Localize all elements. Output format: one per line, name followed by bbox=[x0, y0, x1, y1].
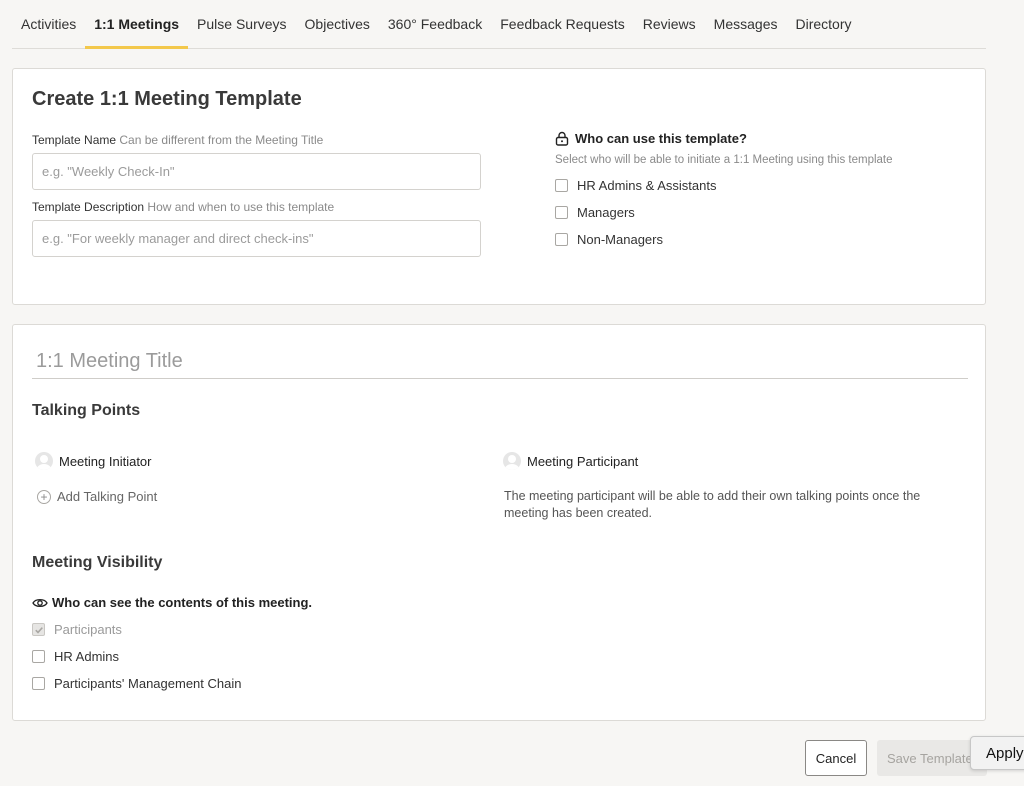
add-talking-point-button[interactable]: + Add Talking Point bbox=[37, 489, 157, 504]
footer-actions: Cancel Save Template Apply bbox=[0, 736, 1024, 786]
talking-points-heading: Talking Points bbox=[32, 402, 141, 419]
meeting-title-input[interactable]: 1:1 Meeting Title bbox=[32, 345, 968, 379]
visibility-question-text: Who can see the contents of this meeting… bbox=[52, 595, 313, 610]
permission-option-managers[interactable]: Managers bbox=[555, 205, 635, 220]
checkmark-icon bbox=[34, 626, 43, 634]
tab-objectives[interactable]: Objectives bbox=[296, 0, 379, 48]
visibility-option-label: Participants bbox=[54, 622, 122, 637]
visibility-option-management-chain[interactable]: Participants' Management Chain bbox=[32, 676, 241, 691]
template-name-input[interactable] bbox=[32, 153, 481, 190]
visibility-question: Who can see the contents of this meeting… bbox=[32, 595, 312, 610]
checkbox[interactable] bbox=[555, 179, 568, 192]
template-description-label-text: Template Description bbox=[32, 200, 145, 214]
permission-option-non-managers[interactable]: Non-Managers bbox=[555, 232, 663, 247]
visibility-option-label: Participants' Management Chain bbox=[54, 676, 242, 691]
top-nav-tabs: Activities 1:1 Meetings Pulse Surveys Ob… bbox=[12, 0, 986, 49]
template-permissions-subtext: Select who will be able to initiate a 1:… bbox=[555, 154, 893, 166]
avatar bbox=[35, 452, 53, 470]
meeting-initiator-label: Meeting Initiator bbox=[59, 453, 152, 469]
meeting-initiator: Meeting Initiator bbox=[35, 452, 152, 470]
template-description-hint: How and when to use this template bbox=[147, 200, 335, 214]
eye-icon bbox=[32, 598, 48, 607]
tab-pulse-surveys[interactable]: Pulse Surveys bbox=[188, 0, 295, 48]
apply-button[interactable]: Apply bbox=[970, 736, 1024, 770]
lock-icon bbox=[555, 131, 569, 146]
permission-option-label: HR Admins & Assistants bbox=[577, 178, 717, 193]
meeting-participant: Meeting Participant bbox=[503, 452, 638, 470]
cancel-button[interactable]: Cancel bbox=[805, 740, 867, 776]
visibility-option-label: HR Admins bbox=[54, 649, 120, 664]
permission-option-hr-admins[interactable]: HR Admins & Assistants bbox=[555, 178, 716, 193]
meeting-participant-label: Meeting Participant bbox=[527, 453, 639, 469]
add-talking-point-label: Add Talking Point bbox=[57, 489, 158, 504]
template-details-card: Create 1:1 Meeting Template Template Nam… bbox=[12, 68, 986, 305]
visibility-option-hr-admins[interactable]: HR Admins bbox=[32, 649, 119, 664]
tab-360-feedback[interactable]: 360° Feedback bbox=[379, 0, 491, 48]
tab-feedback-requests[interactable]: Feedback Requests bbox=[491, 0, 634, 48]
template-name-label: Template Name Can be different from the … bbox=[32, 133, 323, 147]
avatar bbox=[503, 452, 521, 470]
checkbox[interactable] bbox=[32, 650, 45, 663]
template-permissions-heading: Who can use this template? bbox=[555, 131, 747, 146]
page-title: Create 1:1 Meeting Template bbox=[32, 88, 302, 110]
visibility-option-participants: Participants bbox=[32, 622, 122, 637]
meeting-visibility-heading: Meeting Visibility bbox=[32, 554, 163, 571]
tab-one-on-one-meetings[interactable]: 1:1 Meetings bbox=[85, 0, 188, 49]
participant-note: The meeting participant will be able to … bbox=[504, 489, 921, 520]
template-description-input[interactable] bbox=[32, 220, 481, 257]
tab-directory[interactable]: Directory bbox=[786, 0, 860, 48]
tab-messages[interactable]: Messages bbox=[705, 0, 787, 48]
meeting-content-card: 1:1 Meeting Title Talking Points Meeting… bbox=[12, 324, 986, 721]
permission-option-label: Managers bbox=[577, 205, 635, 220]
checkbox[interactable] bbox=[32, 677, 45, 690]
checkbox[interactable] bbox=[555, 206, 568, 219]
template-description-label: Template Description How and when to use… bbox=[32, 200, 334, 214]
template-name-label-text: Template Name bbox=[32, 133, 117, 147]
template-name-hint: Can be different from the Meeting Title bbox=[119, 133, 324, 147]
tab-activities[interactable]: Activities bbox=[12, 0, 85, 48]
permission-option-label: Non-Managers bbox=[577, 232, 663, 247]
plus-circle-icon: + bbox=[37, 489, 51, 504]
checkbox-checked bbox=[32, 623, 45, 636]
checkbox[interactable] bbox=[555, 233, 568, 246]
template-permissions-heading-text: Who can use this template? bbox=[575, 131, 747, 146]
tab-reviews[interactable]: Reviews bbox=[634, 0, 705, 48]
